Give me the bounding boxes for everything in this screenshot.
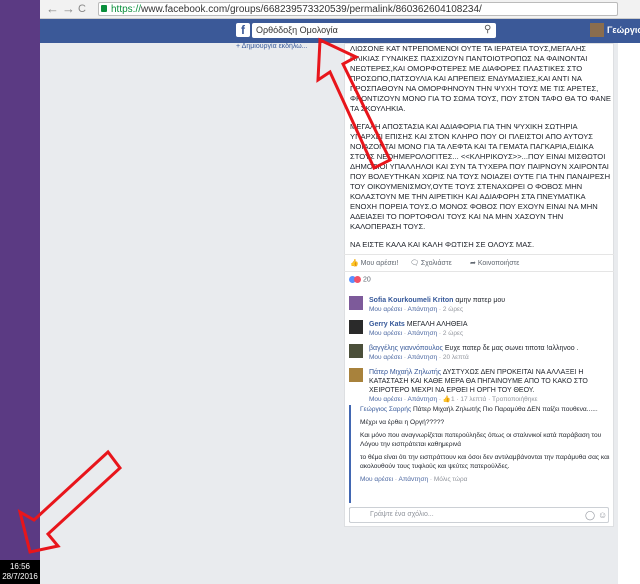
- annotation-arrow-top: [316, 37, 393, 171]
- annotation-arrows: [17, 37, 393, 554]
- annotation-arrow-bottom: [17, 449, 123, 554]
